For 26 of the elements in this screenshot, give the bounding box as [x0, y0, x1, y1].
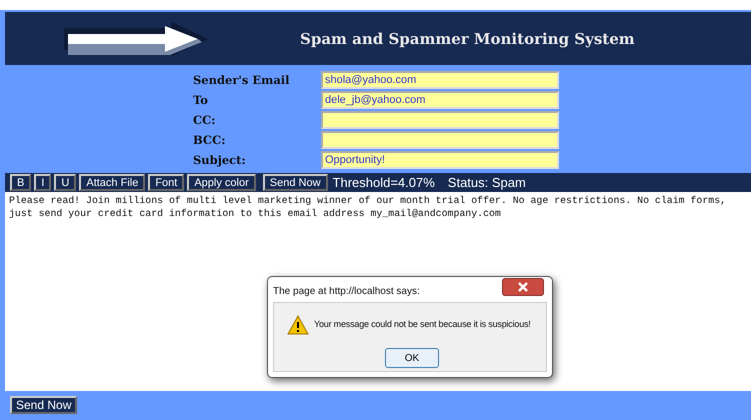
threshold-text: Threshold=4.07%: [332, 175, 435, 190]
close-icon[interactable]: [502, 278, 544, 296]
field-label: Sender's Email: [193, 72, 291, 89]
send-button[interactable]: Send Now: [10, 396, 78, 414]
field-label: CC:: [193, 112, 217, 129]
status-text: Status: Spam: [448, 175, 526, 190]
warning-icon: [287, 315, 309, 335]
input-field[interactable]: Opportunity!: [321, 151, 559, 169]
input-field[interactable]: [321, 111, 559, 129]
input-field[interactable]: shola@yahoo.com: [321, 71, 559, 89]
input-field[interactable]: dele_jb@yahoo.com: [321, 91, 559, 109]
toolbar-button[interactable]: U: [54, 174, 76, 191]
field-label: Subject:: [193, 152, 247, 169]
toolbar-button[interactable]: I: [34, 174, 52, 191]
input-field[interactable]: [321, 131, 559, 149]
field-label: To: [193, 92, 209, 109]
toolbar-button[interactable]: Attach File: [79, 174, 146, 191]
send-button[interactable]: Send Now: [262, 174, 328, 191]
field-label: BCC:: [193, 132, 226, 149]
toolbar-button[interactable]: Apply color: [187, 174, 256, 191]
dialog-message: Your message could not be sent because it is suspicious!: [314, 319, 531, 329]
toolbar-button[interactable]: Font: [148, 174, 184, 191]
ok-button[interactable]: OK: [385, 348, 439, 368]
toolbar-button[interactable]: B: [10, 174, 32, 191]
page-title: Spam and Spammer Monitoring System: [300, 30, 635, 48]
dialog-title: The page at http://localhost says:: [273, 286, 420, 297]
